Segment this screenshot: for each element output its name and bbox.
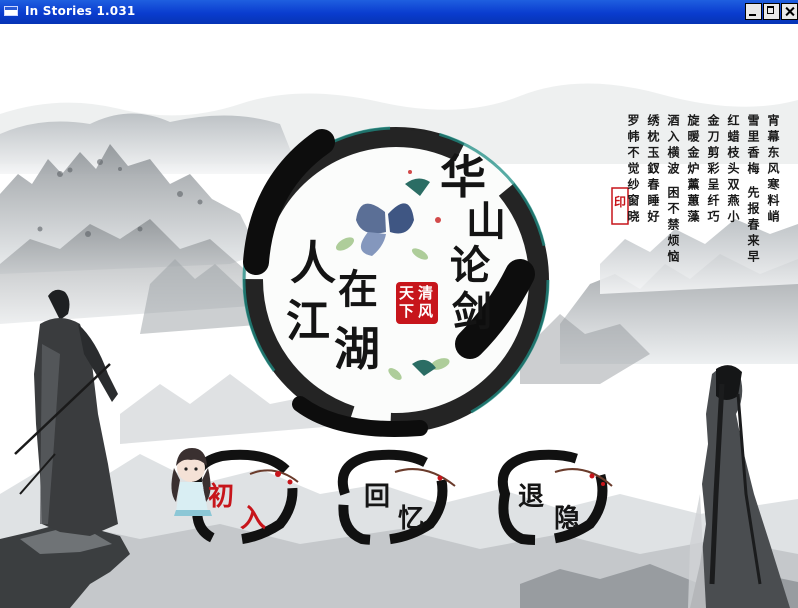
quit-button[interactable]: 退 隐 (500, 444, 620, 544)
poem-column: 金刀剪彩呈纤巧 (706, 114, 720, 226)
seal-char: 清 (418, 284, 434, 302)
new-game-char: 入 (240, 504, 267, 534)
window-title: In Stories 1.031 (25, 4, 136, 18)
game-window: In Stories 1.031 华 山 论 剑 人 在 江 湖 天 清 下 风… (0, 0, 798, 608)
title-char: 在 (338, 266, 378, 313)
app-icon (4, 6, 18, 16)
poem-column: 罗帏不觉纱窗晓 (626, 114, 640, 226)
new-game-button[interactable]: 初 入 (190, 444, 310, 544)
seal-char: 下 (399, 302, 415, 320)
poem-column: 红蜡枝头双燕小 (726, 114, 740, 226)
load-game-button[interactable]: 回 忆 (340, 444, 460, 544)
title-char: 论 (450, 242, 490, 289)
title-char: 江 (286, 296, 330, 347)
seal-char: 天 (399, 284, 415, 302)
ink-landscape-background: 华 山 论 剑 人 在 江 湖 天 清 下 风 宵幕东风寒料峭 雪里香梅 先报春… (0, 24, 798, 608)
title-char: 山 (466, 198, 506, 245)
seal-char: 风 (418, 302, 434, 320)
title-char: 湖 (334, 322, 380, 376)
maximize-button[interactable] (763, 3, 780, 20)
poem-column: 旋暖金炉薰蕙藻 (686, 114, 700, 226)
poem-column: 酒入横波 困不禁烦恼 (666, 114, 680, 267)
poem-stamp: 印 (614, 195, 627, 209)
poem-column: 宵幕东风寒料峭 (766, 114, 780, 226)
title-bar: In Stories 1.031 (0, 0, 798, 24)
load-game-char: 忆 (398, 504, 425, 534)
quit-char: 退 (518, 482, 545, 512)
title-char: 人 (290, 236, 336, 290)
title-char: 剑 (452, 288, 492, 335)
poem-column: 绣枕玉釵春睡好 (646, 114, 660, 226)
minimize-button[interactable] (745, 3, 762, 20)
load-game-char: 回 (364, 482, 391, 512)
poem-column: 雪里香梅 先报春来早 (746, 114, 760, 267)
close-button[interactable] (781, 3, 798, 20)
quit-char: 隐 (554, 504, 581, 534)
title-char: 华 (440, 150, 486, 204)
new-game-char: 初 (208, 482, 235, 512)
woman-figure (688, 365, 790, 608)
